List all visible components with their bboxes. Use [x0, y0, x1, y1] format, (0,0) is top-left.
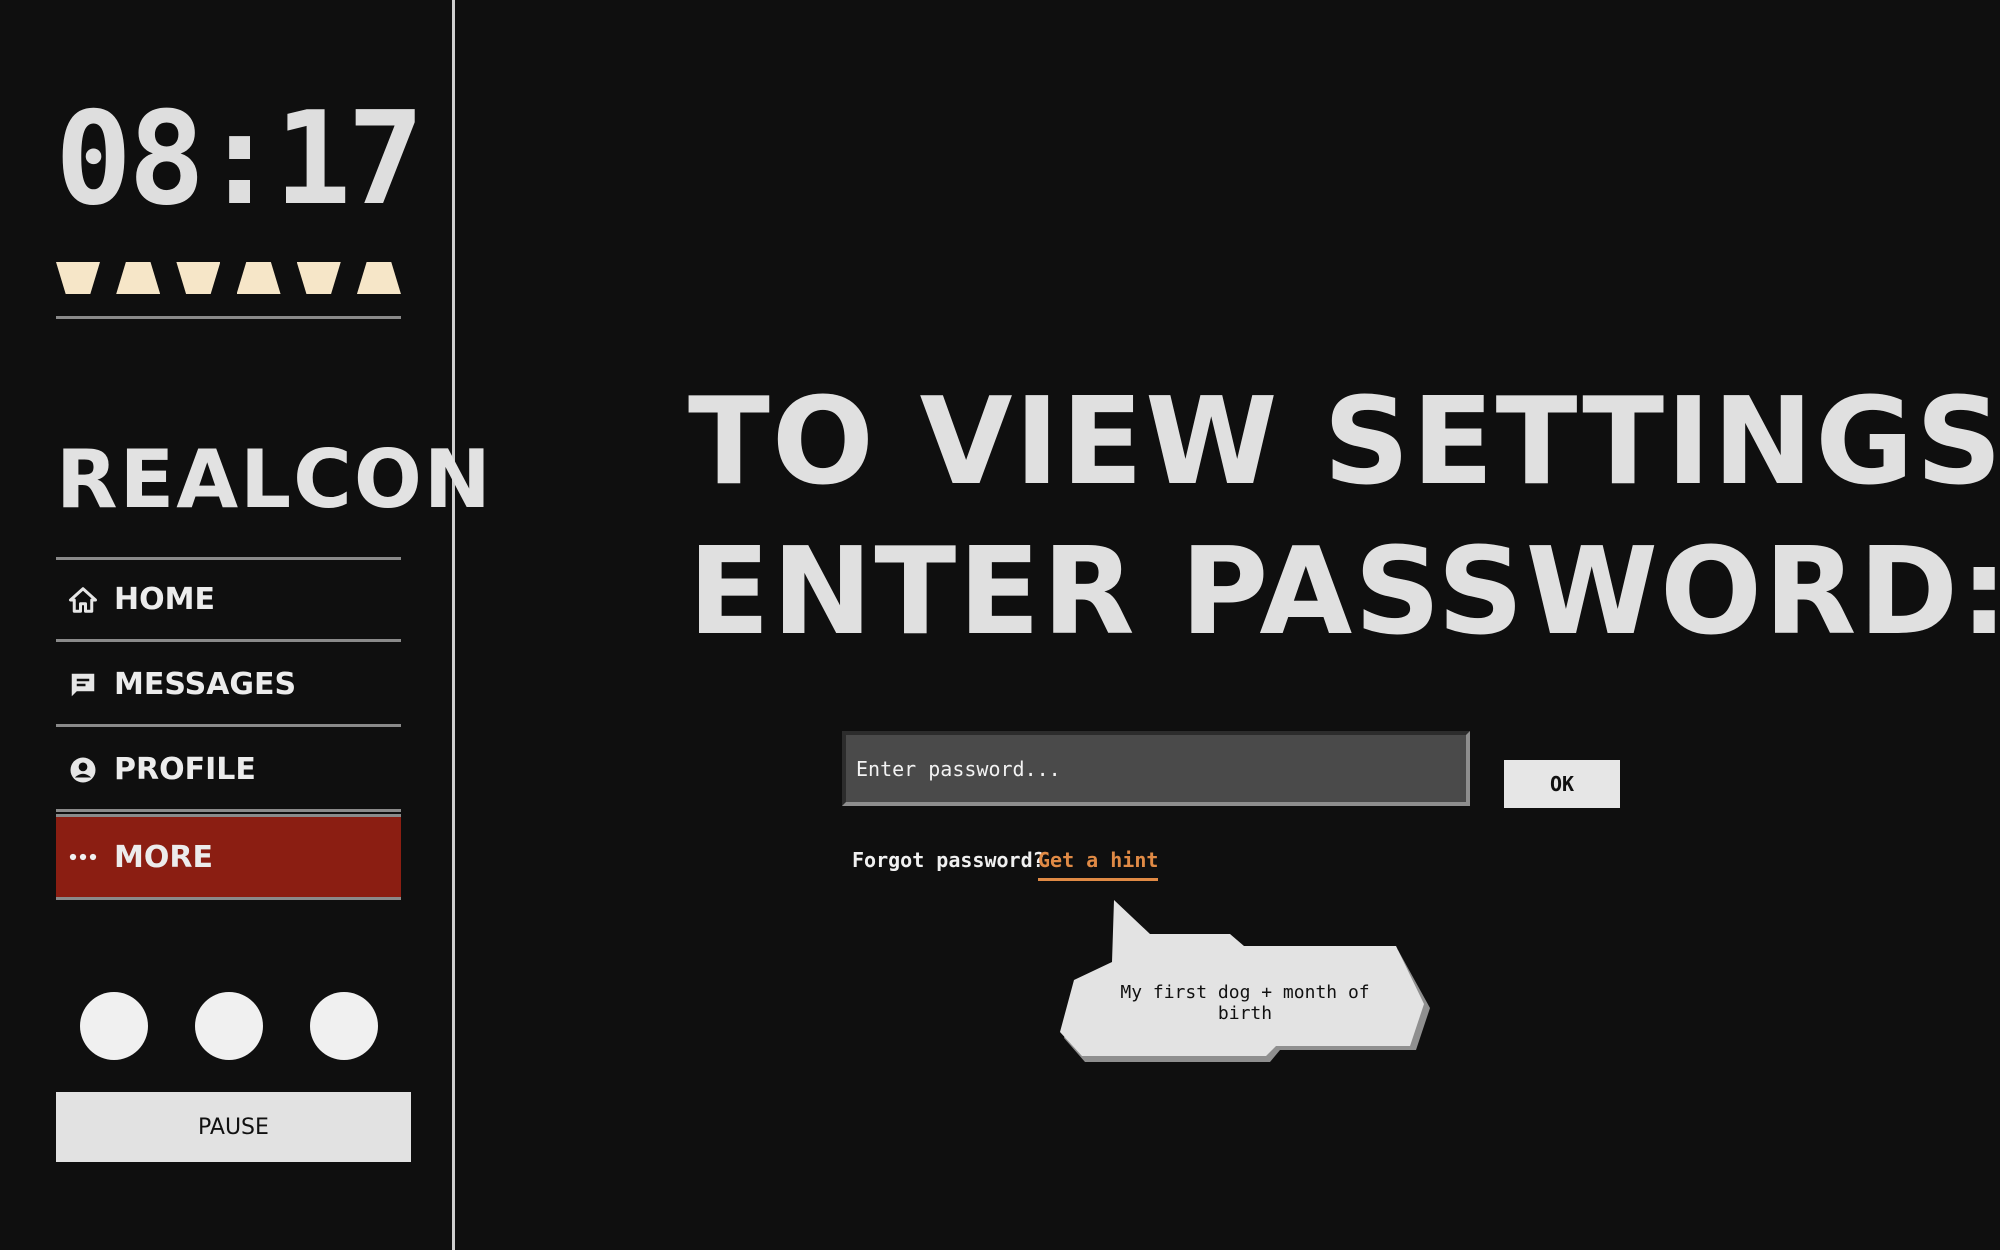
heading-line-2: ENTER PASSWORD:: [688, 523, 2000, 662]
progress-segment: [56, 262, 100, 294]
nav-item-messages[interactable]: MESSAGES: [56, 645, 401, 727]
progress-segment: [236, 262, 281, 294]
password-input[interactable]: [842, 731, 1470, 806]
nav-label: PROFILE: [114, 752, 256, 787]
ok-button[interactable]: OK: [1504, 760, 1620, 808]
get-hint-link[interactable]: Get a hint: [1038, 848, 1159, 881]
dot-button[interactable]: [80, 992, 148, 1060]
brand-logo: REALCON: [56, 433, 493, 526]
message-icon: [66, 668, 100, 702]
divider: [56, 316, 401, 319]
dot-button[interactable]: [310, 992, 378, 1060]
page-title: TO VIEW SETTINGS ENTER PASSWORD:: [688, 368, 2000, 668]
sidebar: 08:17 REALCON HOME MESSAGES PROFILE MORE: [0, 0, 493, 1250]
nav-label: HOME: [114, 582, 215, 617]
nav-item-more[interactable]: MORE: [56, 814, 401, 900]
clock: 08:17: [55, 85, 424, 234]
nav-label: MORE: [114, 839, 213, 875]
forgot-password-text: Forgot password?: [852, 848, 1045, 872]
nav-item-profile[interactable]: PROFILE: [56, 730, 401, 812]
hint-tooltip: My first dog + month of birth: [1060, 900, 1434, 1065]
heading-line-1: TO VIEW SETTINGS: [688, 373, 2000, 512]
dot-button[interactable]: [195, 992, 263, 1060]
progress-bar: [56, 262, 401, 294]
home-icon: [66, 583, 100, 617]
progress-segment: [116, 262, 161, 294]
progress-segment: [356, 262, 401, 294]
nav-item-home[interactable]: HOME: [56, 560, 401, 642]
pause-button[interactable]: PAUSE: [56, 1092, 411, 1162]
more-icon: [66, 840, 100, 874]
dot-indicators: [80, 992, 378, 1060]
progress-segment: [176, 262, 221, 294]
hint-text: My first dog + month of birth: [1120, 982, 1370, 1024]
nav-label: MESSAGES: [114, 667, 297, 702]
progress-segment: [296, 262, 341, 294]
profile-icon: [66, 753, 100, 787]
